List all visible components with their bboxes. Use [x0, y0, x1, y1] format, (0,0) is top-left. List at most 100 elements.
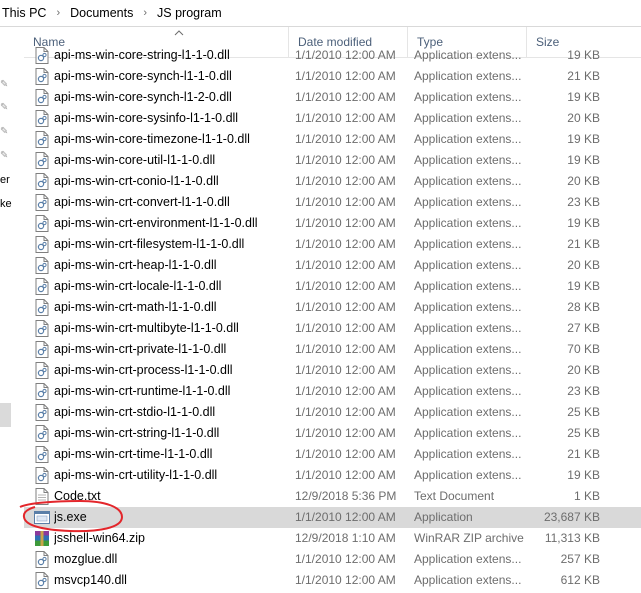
file-date-modified: 1/1/2010 12:00 AM	[295, 300, 396, 314]
file-type: Application extens...	[414, 552, 522, 566]
nav-pane-selection[interactable]	[0, 403, 11, 427]
file-row[interactable]: api-ms-win-crt-utility-l1-1-0.dll 1/1/201…	[24, 465, 641, 486]
file-name: api-ms-win-crt-multibyte-l1-1-0.dll	[54, 321, 239, 335]
file-date-modified: 1/1/2010 12:00 AM	[295, 426, 396, 440]
file-row[interactable]: jsshell-win64.zip 12/9/2018 1:10 AM WinRAR…	[24, 528, 641, 549]
file-row[interactable]: api-ms-win-core-util-l1-1-0.dll 1/1/2010 …	[24, 150, 641, 171]
file-name: msvcp140.dll	[54, 573, 127, 587]
file-row[interactable]: api-ms-win-core-sysinfo-l1-1-0.dll 1/1/20…	[24, 108, 641, 129]
file-name: api-ms-win-crt-convert-l1-1-0.dll	[54, 195, 230, 209]
dll-file-icon	[34, 278, 50, 295]
file-date-modified: 1/1/2010 12:00 AM	[295, 195, 396, 209]
file-type: Application extens...	[414, 216, 522, 230]
nav-item-partial[interactable]: er	[0, 174, 10, 186]
file-row[interactable]: mozglue.dll 1/1/2010 12:00 AM Application …	[24, 549, 641, 570]
file-name: api-ms-win-crt-heap-l1-1-0.dll	[54, 258, 217, 272]
file-date-modified: 12/9/2018 5:36 PM	[295, 489, 397, 503]
file-name: js.exe	[54, 510, 87, 524]
file-row[interactable]: api-ms-win-crt-string-l1-1-0.dll 1/1/2010…	[24, 423, 641, 444]
file-row[interactable]: api-ms-win-crt-conio-l1-1-0.dll 1/1/2010 …	[24, 171, 641, 192]
file-row[interactable]: api-ms-win-core-synch-l1-2-0.dll 1/1/2010…	[24, 87, 641, 108]
breadcrumb-this-pc[interactable]: This PC	[0, 6, 48, 20]
file-name: Code.txt	[54, 489, 101, 503]
file-name: api-ms-win-crt-math-l1-1-0.dll	[54, 300, 217, 314]
breadcrumb-separator-icon[interactable]: ›	[48, 7, 68, 19]
file-type: Application extens...	[414, 48, 522, 62]
file-size: 21 KB	[567, 447, 600, 461]
pin-icon[interactable]: ✎	[0, 126, 8, 137]
file-date-modified: 1/1/2010 12:00 AM	[295, 279, 396, 293]
file-row[interactable]: api-ms-win-core-string-l1-1-0.dll 1/1/201…	[24, 45, 641, 66]
file-row[interactable]: api-ms-win-crt-private-l1-1-0.dll 1/1/201…	[24, 339, 641, 360]
file-name: api-ms-win-core-sysinfo-l1-1-0.dll	[54, 111, 239, 125]
file-name: api-ms-win-crt-environment-l1-1-0.dll	[54, 216, 258, 230]
file-row[interactable]: msvcp140.dll 1/1/2010 12:00 AM Application…	[24, 570, 641, 591]
file-size: 1 KB	[573, 489, 600, 503]
dll-file-icon	[34, 89, 50, 106]
file-size: 19 KB	[567, 153, 600, 167]
dll-file-icon	[34, 236, 50, 253]
file-date-modified: 1/1/2010 12:00 AM	[295, 132, 396, 146]
file-row[interactable]: api-ms-win-crt-environment-l1-1-0.dll 1/1…	[24, 213, 641, 234]
dll-file-icon	[34, 383, 50, 400]
file-row[interactable]: api-ms-win-crt-locale-l1-1-0.dll 1/1/2010…	[24, 276, 641, 297]
pin-icon[interactable]: ✎	[0, 102, 8, 113]
file-size: 20 KB	[567, 363, 600, 377]
file-size: 23,687 KB	[543, 510, 600, 524]
file-row[interactable]: api-ms-win-crt-process-l1-1-0.dll 1/1/201…	[24, 360, 641, 381]
file-size: 25 KB	[567, 426, 600, 440]
file-row[interactable]: api-ms-win-crt-filesystem-l1-1-0.dll 1/1/…	[24, 234, 641, 255]
dll-file-icon	[34, 341, 50, 358]
file-row[interactable]: api-ms-win-core-synch-l1-1-0.dll 1/1/2010…	[24, 66, 641, 87]
file-name: api-ms-win-crt-conio-l1-1-0.dll	[54, 174, 219, 188]
file-type: Application extens...	[414, 279, 522, 293]
pin-icon[interactable]: ✎	[0, 150, 8, 161]
file-date-modified: 1/1/2010 12:00 AM	[295, 552, 396, 566]
file-name: api-ms-win-core-synch-l1-2-0.dll	[54, 90, 232, 104]
pin-icon[interactable]: ✎	[0, 79, 8, 90]
dll-file-icon	[34, 215, 50, 232]
file-row[interactable]: api-ms-win-crt-convert-l1-1-0.dll 1/1/201…	[24, 192, 641, 213]
file-name: api-ms-win-core-string-l1-1-0.dll	[54, 48, 230, 62]
file-name: api-ms-win-core-timezone-l1-1-0.dll	[54, 132, 250, 146]
file-size: 19 KB	[567, 468, 600, 482]
file-row[interactable]: api-ms-win-crt-math-l1-1-0.dll 1/1/2010 1…	[24, 297, 641, 318]
dll-file-icon	[34, 110, 50, 127]
dll-file-icon	[34, 551, 50, 568]
file-row[interactable]: api-ms-win-core-timezone-l1-1-0.dll 1/1/2…	[24, 129, 641, 150]
file-size: 21 KB	[567, 237, 600, 251]
file-date-modified: 1/1/2010 12:00 AM	[295, 573, 396, 587]
file-row[interactable]: api-ms-win-crt-multibyte-l1-1-0.dll 1/1/2…	[24, 318, 641, 339]
nav-item-partial[interactable]: ke	[0, 198, 12, 210]
file-date-modified: 1/1/2010 12:00 AM	[295, 510, 396, 524]
breadcrumb-separator-icon[interactable]: ›	[135, 7, 155, 19]
file-date-modified: 1/1/2010 12:00 AM	[295, 48, 396, 62]
file-row[interactable]: Code.txt 12/9/2018 5:36 PM Text Document 1 …	[24, 486, 641, 507]
file-row[interactable]: api-ms-win-crt-stdio-l1-1-0.dll 1/1/2010 …	[24, 402, 641, 423]
dll-file-icon	[34, 68, 50, 85]
file-size: 19 KB	[567, 48, 600, 62]
dll-file-icon	[34, 404, 50, 421]
breadcrumb-documents[interactable]: Documents	[68, 6, 135, 20]
file-type: Application extens...	[414, 300, 522, 314]
file-row[interactable]: js.exe 1/1/2010 12:00 AM Application 23,687…	[24, 507, 641, 528]
dll-file-icon	[34, 299, 50, 316]
file-type: Application extens...	[414, 111, 522, 125]
file-name: api-ms-win-core-util-l1-1-0.dll	[54, 153, 216, 167]
dll-file-icon	[34, 572, 50, 589]
exe-file-icon	[34, 509, 50, 526]
file-name: api-ms-win-crt-time-l1-1-0.dll	[54, 447, 213, 461]
breadcrumb-js-program[interactable]: JS program	[155, 6, 224, 20]
file-size: 28 KB	[567, 300, 600, 314]
winrar-zip-icon	[34, 530, 50, 547]
file-name: jsshell-win64.zip	[54, 531, 146, 545]
file-type: Application extens...	[414, 384, 522, 398]
file-row[interactable]: api-ms-win-crt-time-l1-1-0.dll 1/1/2010 1…	[24, 444, 641, 465]
file-size: 612 KB	[560, 573, 600, 587]
file-name: api-ms-win-crt-process-l1-1-0.dll	[54, 363, 233, 377]
file-size: 25 KB	[567, 405, 600, 419]
file-size: 19 KB	[567, 132, 600, 146]
navigation-pane: ✎ ✎ ✎ ✎ er ke	[0, 27, 12, 593]
file-row[interactable]: api-ms-win-crt-heap-l1-1-0.dll 1/1/2010 1…	[24, 255, 641, 276]
file-row[interactable]: api-ms-win-crt-runtime-l1-1-0.dll 1/1/201…	[24, 381, 641, 402]
